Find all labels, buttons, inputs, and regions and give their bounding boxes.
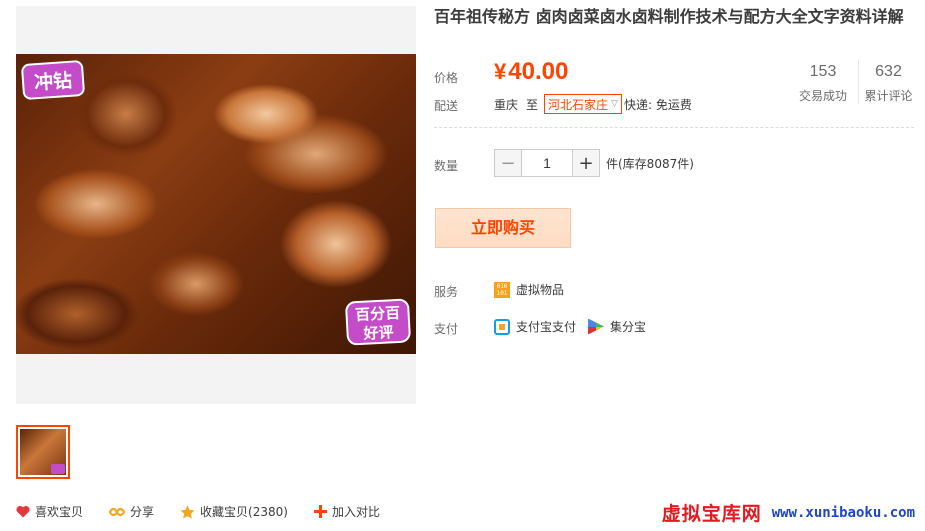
service-row: 010 101 虚拟物品 — [494, 281, 564, 298]
chevron-down-icon: ▽ — [611, 99, 618, 109]
plus-icon — [313, 505, 327, 518]
price-value: ¥40.00 — [494, 58, 568, 86]
divider — [434, 127, 914, 128]
sales-stats: 153 交易成功 632 累计评论 — [792, 60, 918, 104]
watermark-name: 虚拟宝库网 — [661, 503, 762, 525]
star-icon — [180, 505, 195, 518]
favorite-button[interactable]: 收藏宝贝(2380) — [180, 503, 288, 520]
badge-line-2: 好评 — [363, 323, 395, 343]
transactions-count: 153 — [809, 63, 837, 80]
alipay-icon — [494, 318, 510, 335]
price-amount: 40.00 — [508, 58, 569, 85]
action-bar: 喜欢宝贝 分享 收藏宝贝(2380) 加入对比 — [16, 503, 406, 520]
destination-city: 河北石家庄 — [548, 97, 609, 112]
jifenbao-label: 集分宝 — [610, 320, 647, 334]
shipping-fee: 快递: 免运费 — [623, 97, 692, 112]
heart-icon — [16, 505, 30, 518]
service-label: 服务 — [434, 285, 459, 299]
main-product-image[interactable]: 冲钻 百分百 好评 — [16, 6, 416, 404]
like-label: 喜欢宝贝 — [35, 505, 84, 519]
thumbnail-1[interactable] — [16, 425, 70, 479]
badge-chongzuan: 冲钻 — [20, 59, 86, 101]
quantity-stepper: − 1 + 件(库存8087件) — [494, 149, 694, 177]
site-watermark: 虚拟宝库网 www.xunibaoku.com — [662, 499, 915, 526]
payment-label: 支付 — [434, 322, 459, 336]
quantity-label: 数量 — [434, 159, 459, 173]
alipay-label: 支付宝支付 — [516, 320, 577, 334]
stat-reviews[interactable]: 632 累计评论 — [858, 60, 918, 104]
reviews-label: 累计评论 — [864, 89, 913, 103]
increase-quantity-button[interactable]: + — [572, 149, 600, 177]
badge-good-reviews: 百分百 好评 — [344, 298, 412, 346]
product-title: 百年祖传秘方 卤肉卤菜卤水卤料制作技术与配方大全文字资料详解 — [434, 7, 904, 26]
delivery-label: 配送 — [434, 99, 459, 113]
currency-symbol: ¥ — [494, 59, 507, 84]
ship-from: 重庆 — [494, 97, 519, 112]
ship-to-prefix: 至 — [526, 97, 539, 112]
braised-pork-photo: 冲钻 百分百 好评 — [16, 54, 416, 354]
delivery-row: 重庆 至 河北石家庄 ▽ 快递: 免运费 — [494, 94, 692, 114]
reviews-count: 632 — [875, 63, 902, 80]
like-button[interactable]: 喜欢宝贝 — [16, 503, 83, 520]
decrease-quantity-button[interactable]: − — [494, 149, 522, 177]
compare-button[interactable]: 加入对比 — [313, 503, 380, 520]
favorite-label: 收藏宝贝(2380) — [200, 505, 288, 519]
stat-transactions[interactable]: 153 交易成功 — [792, 60, 854, 104]
jifenbao-icon — [588, 318, 605, 335]
transactions-label: 交易成功 — [798, 89, 847, 103]
badge-line-1: 百分百 — [354, 303, 401, 325]
destination-city-select[interactable]: 河北石家庄 ▽ — [544, 94, 622, 114]
payment-alipay[interactable]: 支付宝支付 — [494, 318, 576, 335]
share-button[interactable]: 分享 — [109, 503, 154, 520]
quantity-input[interactable]: 1 — [522, 149, 572, 177]
stock-info: 件(库存8087件) — [606, 156, 694, 171]
price-label: 价格 — [434, 71, 459, 85]
compare-label: 加入对比 — [331, 505, 380, 519]
buy-now-button[interactable]: 立即购买 — [435, 208, 571, 248]
watermark-url: www.xunibaoku.com — [771, 504, 915, 521]
payment-row: 支付宝支付 集分宝 — [494, 318, 658, 335]
share-label: 分享 — [130, 505, 155, 519]
thumbnail-image — [20, 429, 66, 475]
virtual-goods-icon: 010 101 — [494, 281, 510, 298]
virtual-goods-text[interactable]: 虚拟物品 — [516, 281, 564, 298]
share-icon — [109, 507, 126, 516]
payment-jifenbao[interactable]: 集分宝 — [588, 318, 646, 335]
thumbnail-badge — [51, 464, 65, 474]
